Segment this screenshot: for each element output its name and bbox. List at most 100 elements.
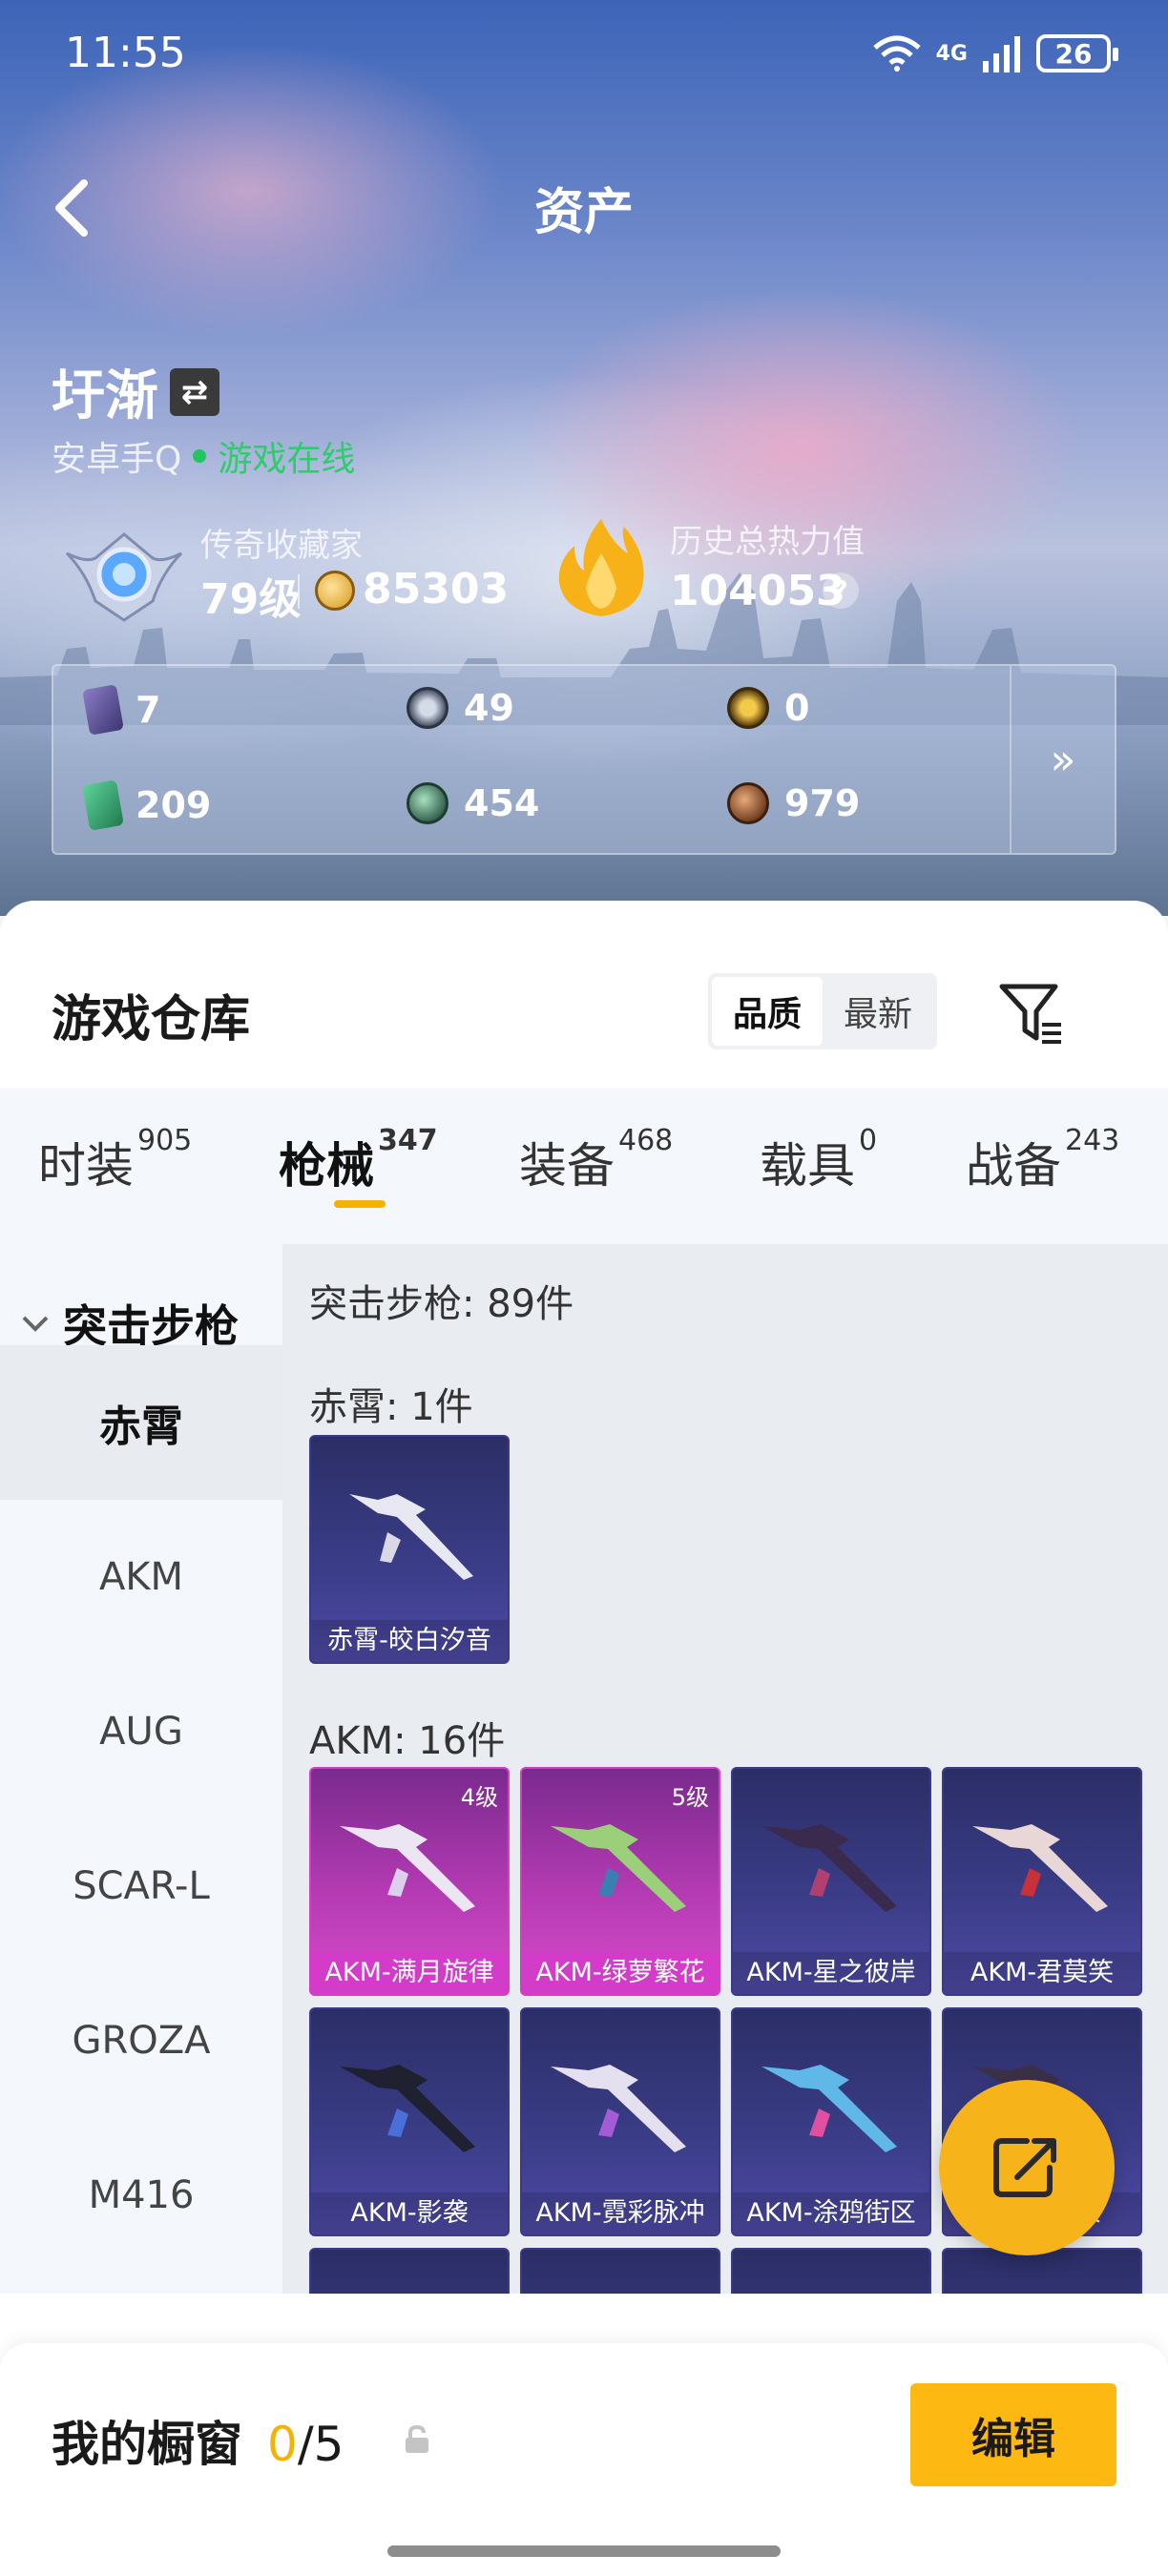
filter-icon[interactable] <box>998 979 1065 1046</box>
stat-gold[interactable]: 0 <box>727 687 809 729</box>
stat-value: 0 <box>784 687 810 729</box>
coin-icon <box>315 571 355 611</box>
heat-value: 104053 <box>670 567 845 615</box>
green-orb-icon <box>407 782 448 824</box>
online-dot-icon <box>193 449 207 463</box>
home-indicator <box>387 2545 781 2557</box>
tab-count: 468 <box>618 1124 674 1157</box>
silver-coin-icon <box>407 687 448 729</box>
tab-count: 0 <box>859 1124 878 1157</box>
switch-account-icon[interactable]: ⇄ <box>170 367 219 416</box>
tab-equipment[interactable]: 装备 468 <box>519 1124 673 1196</box>
help-icon[interactable]: ? <box>823 572 859 609</box>
rifle-image <box>551 2065 686 2152</box>
weapon-name: AKM-霓彩脉冲 <box>522 2192 719 2234</box>
card-icon <box>82 684 124 736</box>
showcase-current: 0 <box>267 2417 298 2472</box>
weapon-card[interactable]: 4级 AKM-满月旋律 <box>309 1767 510 1996</box>
weapon-name: AKM-涂鸦街区 <box>733 2192 929 2234</box>
sidebar-item-akm[interactable]: AKM <box>0 1500 282 1654</box>
page-title: 资产 <box>533 184 634 241</box>
sidebar-item-m416[interactable]: M416 <box>0 2118 282 2273</box>
platform-label: 安卓手Q <box>52 440 182 479</box>
username: 圩渐 ⇄ <box>52 353 219 430</box>
edit-button[interactable]: 编辑 <box>910 2383 1116 2486</box>
sort-toggle: 品质 最新 <box>708 973 937 1049</box>
tab-count: 243 <box>1065 1124 1120 1157</box>
chevron-down-icon <box>22 1316 49 1332</box>
stat-orb[interactable]: 454 <box>407 782 539 824</box>
stat-value: 979 <box>784 782 861 824</box>
asset-stats-panel: 7 49 0 209 454 979 » <box>52 664 1116 855</box>
showcase-title-group: 我的橱窗 0/5 <box>52 2406 344 2475</box>
stat-value: 209 <box>136 784 212 826</box>
bronze-coin-icon <box>727 782 769 824</box>
player-level: 79级 <box>200 575 302 624</box>
rifle-image <box>340 2065 475 2152</box>
collector-title: 传奇收藏家 <box>200 527 363 565</box>
weapon-card[interactable]: 5级 AKM-绿萝繁花 <box>520 1767 720 1996</box>
category-total: 突击步枪: 89件 <box>309 1282 574 1326</box>
heat-label: 历史总热力值 <box>670 523 865 561</box>
tab-vehicles[interactable]: 载具 0 <box>760 1124 877 1196</box>
tab-outfits[interactable]: 时装 905 <box>38 1124 192 1196</box>
weapon-card[interactable] <box>731 2248 931 2294</box>
weapon-name: AKM-影袭 <box>311 2192 508 2234</box>
warehouse-sheet: 游戏仓库 品质 最新 时装 905 枪械 347 装备 468 载具 0 战备 243 突… <box>0 901 1168 2576</box>
weapon-card[interactable]: AKM-星之彼岸 <box>731 1767 931 1996</box>
signal-icon <box>983 36 1020 73</box>
weapon-sidebar: 突击步枪 赤霄 AKM AUG SCAR-L GROZA M416 <box>0 1244 282 2294</box>
stat-value: 49 <box>464 687 514 729</box>
wifi-icon <box>872 35 921 72</box>
share-button[interactable] <box>939 2080 1115 2255</box>
weapon-card[interactable] <box>520 2248 720 2294</box>
sidebar-item-scar-l[interactable]: SCAR-L <box>0 1809 282 1963</box>
sort-quality[interactable]: 品质 <box>712 977 823 1046</box>
showcase-count: 0/5 <box>267 2417 344 2472</box>
gold-medal-icon <box>727 687 769 729</box>
tab-label: 时装 <box>38 1138 134 1194</box>
weapon-card[interactable]: AKM-霓彩脉冲 <box>520 2007 720 2236</box>
stat-silver[interactable]: 49 <box>407 687 514 729</box>
network-type: 4G <box>935 41 968 66</box>
sidebar-item-chixiao[interactable]: 赤霄 <box>0 1345 282 1500</box>
showcase-max: /5 <box>297 2417 344 2472</box>
rifle-image <box>972 1824 1108 1912</box>
flame-icon <box>558 519 644 616</box>
collector-badge-icon <box>65 532 183 622</box>
weapon-name: 赤霄-皎白汐音 <box>311 1620 508 1662</box>
weapon-card[interactable]: AKM-涂鸦街区 <box>731 2007 931 2236</box>
section-title-akm: AKM: 16件 <box>309 1719 506 1763</box>
category-tabs: 时装 905 枪械 347 装备 468 载具 0 战备 243 <box>0 1088 1168 1244</box>
expand-stats-icon[interactable]: » <box>1010 666 1115 853</box>
username-text: 圩渐 <box>52 365 158 427</box>
tab-supplies[interactable]: 战备 243 <box>966 1124 1119 1196</box>
stat-value: 454 <box>464 782 540 824</box>
weapon-card[interactable]: AKM-影袭 <box>309 2007 510 2236</box>
sidebar-item-groza[interactable]: GROZA <box>0 1963 282 2118</box>
tab-label: 枪械 <box>279 1138 374 1194</box>
weapon-name: AKM-绿萝繁花 <box>522 1952 719 1994</box>
stat-ticket[interactable]: 209 <box>82 779 212 831</box>
weapon-card[interactable]: 赤霄-皎白汐音 <box>309 1435 510 1664</box>
weapon-name: AKM-星之彼岸 <box>733 1952 929 1994</box>
ticket-icon <box>82 779 124 831</box>
stat-bronze[interactable]: 979 <box>727 782 860 824</box>
coin-value: 85303 <box>363 565 510 613</box>
weapon-card[interactable]: AKM-君莫笑 <box>942 1767 1142 1996</box>
rifle-image <box>340 1824 475 1912</box>
rifle-image <box>761 1824 897 1912</box>
weapon-card[interactable] <box>942 2248 1142 2294</box>
tab-label: 战备 <box>966 1138 1061 1194</box>
divider <box>298 574 300 609</box>
showcase-title: 我的橱窗 <box>52 2417 242 2472</box>
sort-newest[interactable]: 最新 <box>823 977 933 1046</box>
stat-card[interactable]: 7 <box>82 684 161 736</box>
tab-weapons[interactable]: 枪械 347 <box>279 1124 438 1196</box>
stat-value: 7 <box>136 689 161 731</box>
weapon-name: AKM-满月旋律 <box>311 1952 508 1994</box>
weapon-card[interactable] <box>309 2248 510 2294</box>
sidebar-item-aug[interactable]: AUG <box>0 1654 282 1809</box>
profile-header: 11:55 4G 26 资产 圩渐 ⇄ 安卓手Q 游戏在线 传奇收藏家 79级 … <box>0 0 1168 916</box>
weapon-name: AKM-君莫笑 <box>944 1952 1140 1994</box>
